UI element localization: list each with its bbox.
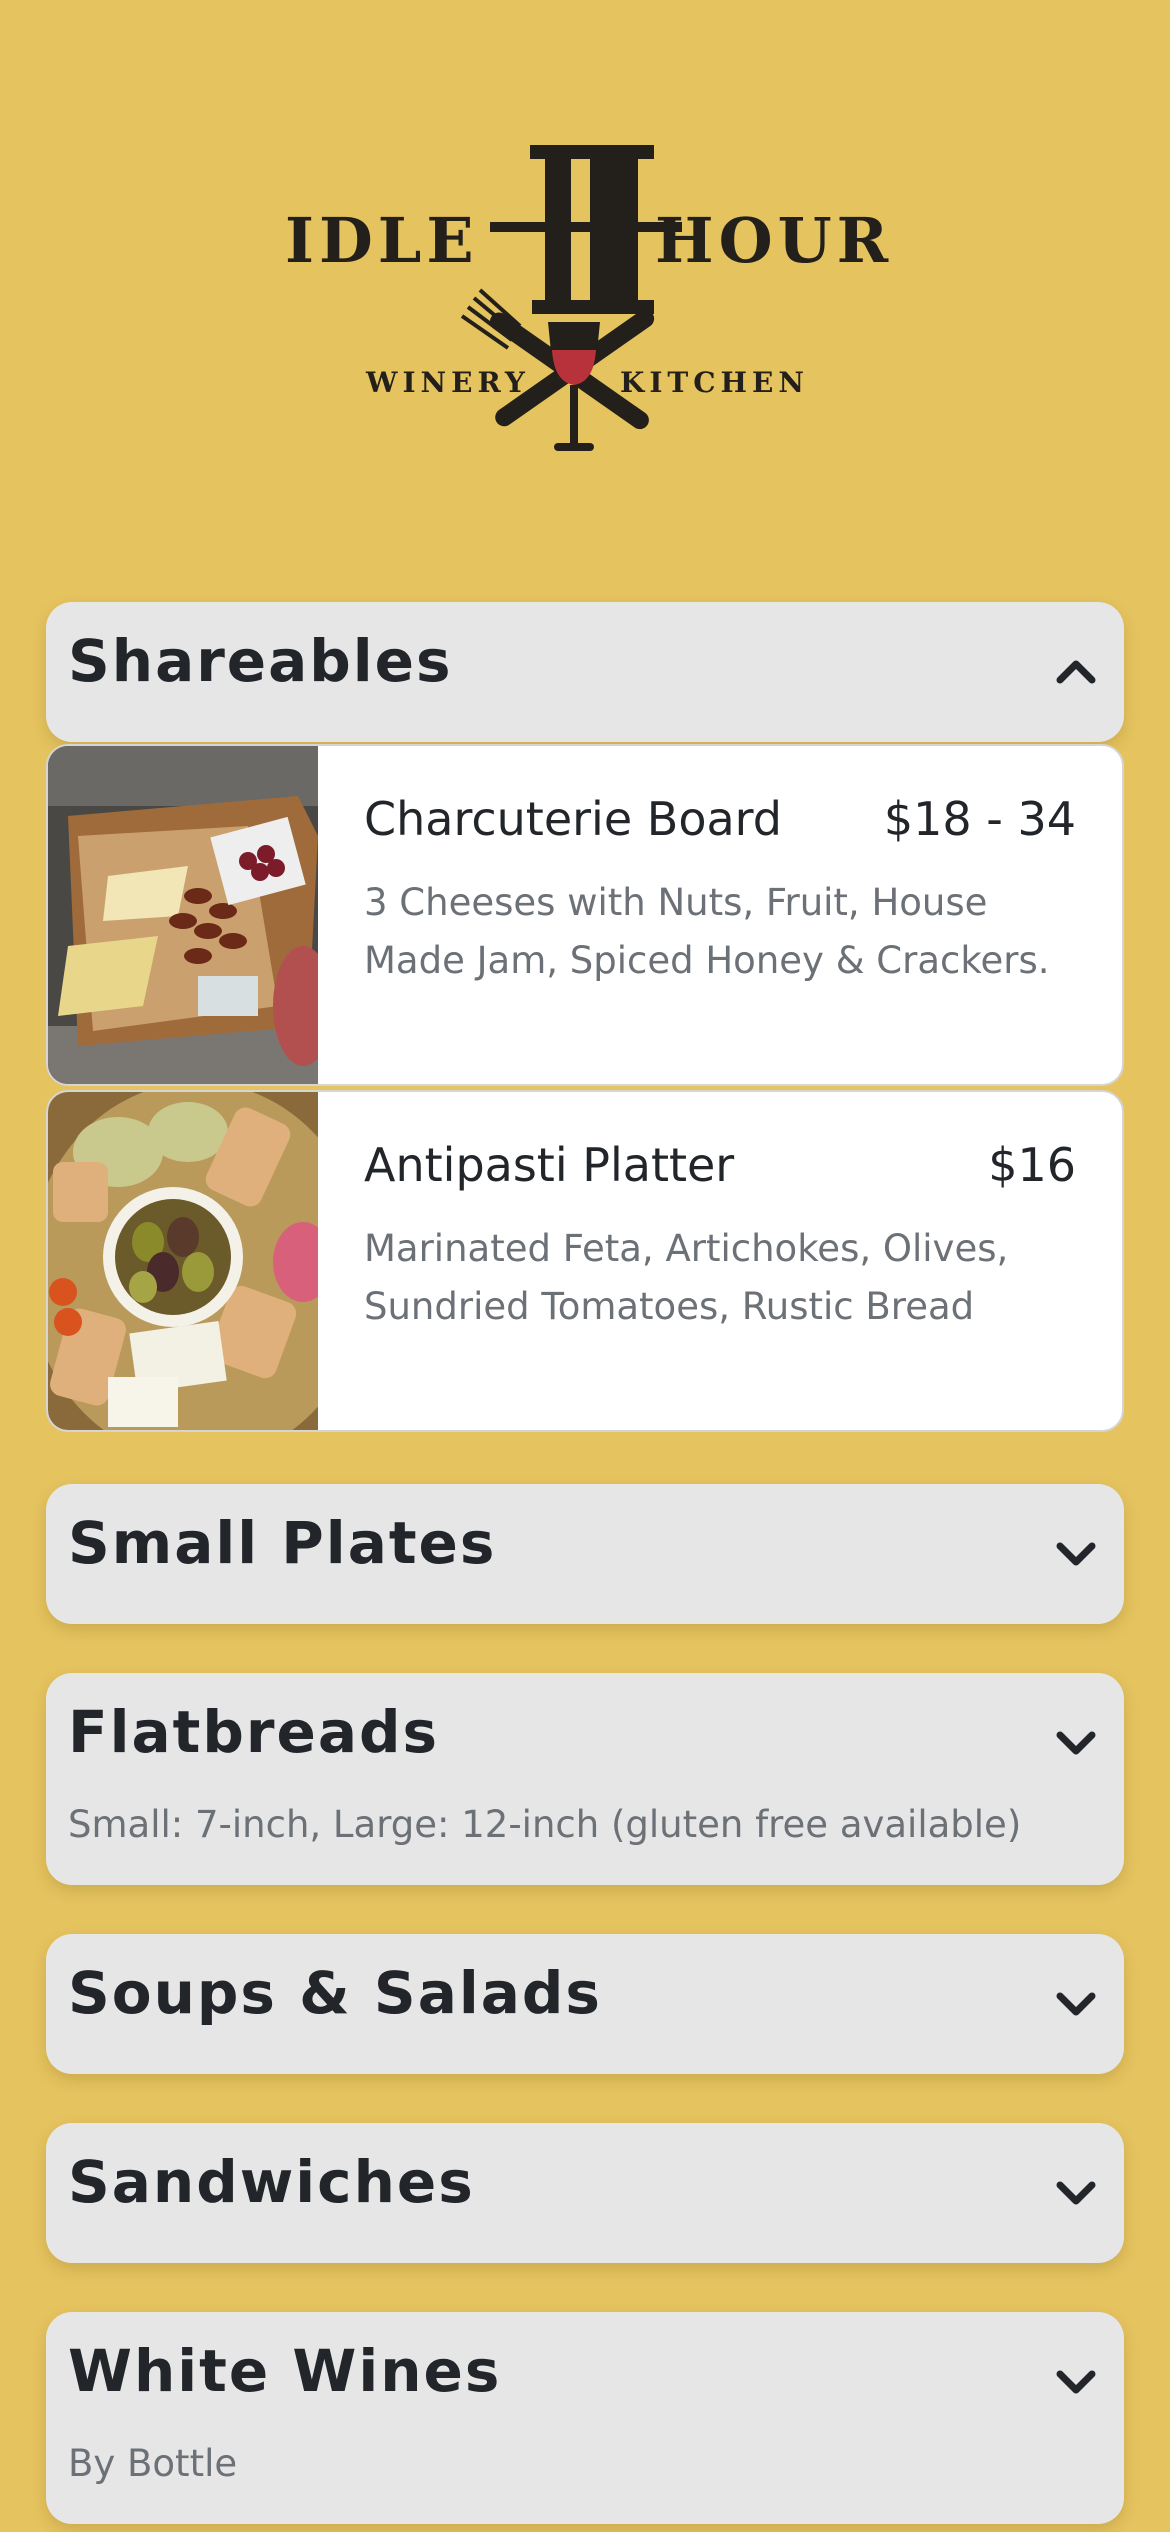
item-description: 3 Cheeses with Nuts, Fruit, House Made J… (364, 881, 1050, 982)
section-title: White Wines (68, 2337, 502, 2405)
chevron-down-icon[interactable] (1056, 2362, 1096, 2402)
chevron-down-icon[interactable] (1056, 2173, 1096, 2213)
section-white-wines[interactable]: White Wines By Bottle (46, 2312, 1124, 2524)
menu-item-charcuterie-board[interactable]: Charcuterie Board $18 - 34 3 Cheeses wit… (46, 744, 1124, 1086)
section-flatbreads[interactable]: Flatbreads Small: 7-inch, Large: 12-inch… (46, 1673, 1124, 1885)
antipasti-platter-photo (48, 1092, 318, 1430)
item-price: $18 - 34 (883, 792, 1076, 846)
item-price: $16 (988, 1138, 1076, 1192)
chevron-down-icon[interactable] (1056, 1984, 1096, 2024)
section-title: Small Plates (68, 1509, 497, 1577)
section-shareables[interactable]: Shareables (46, 602, 1124, 742)
chevron-down-icon[interactable] (1056, 1534, 1096, 1574)
logo-sub-left: WINERY (365, 366, 530, 399)
item-name: Antipasti Platter (364, 1138, 735, 1192)
logo-sub-right: KITCHEN (620, 366, 809, 399)
logo-word-left: IDLE (285, 204, 479, 277)
section-sandwiches[interactable]: Sandwiches (46, 2123, 1124, 2263)
logo-monogram (490, 145, 682, 314)
item-description: Marinated Feta, Artichokes, Olives, Sund… (364, 1227, 1009, 1328)
section-title: Sandwiches (68, 2148, 475, 2216)
section-title: Soups & Salads (68, 1959, 602, 2027)
charcuterie-board-photo (48, 746, 318, 1084)
menu-item-antipasti-platter[interactable]: Antipasti Platter $16 Marinated Feta, Ar… (46, 1090, 1124, 1432)
section-soups-salads[interactable]: Soups & Salads (46, 1934, 1124, 2074)
logo-graphic: IDLE HOUR WINERY KITCHEN (285, 145, 893, 451)
idle-hour-logo: IDLE HOUR WINERY KITCHEN (0, 0, 1170, 520)
section-small-plates[interactable]: Small Plates (46, 1484, 1124, 1624)
logo-word-right: HOUR (655, 204, 893, 277)
item-name: Charcuterie Board (364, 792, 782, 846)
section-title: Shareables (68, 627, 453, 695)
section-subtitle: Small: 7-inch, Large: 12-inch (gluten fr… (68, 1803, 1022, 1846)
chevron-down-icon[interactable] (1056, 1723, 1096, 1763)
section-title: Flatbreads (68, 1698, 440, 1766)
section-subtitle: By Bottle (68, 2442, 238, 2485)
chevron-up-icon[interactable] (1056, 652, 1096, 692)
